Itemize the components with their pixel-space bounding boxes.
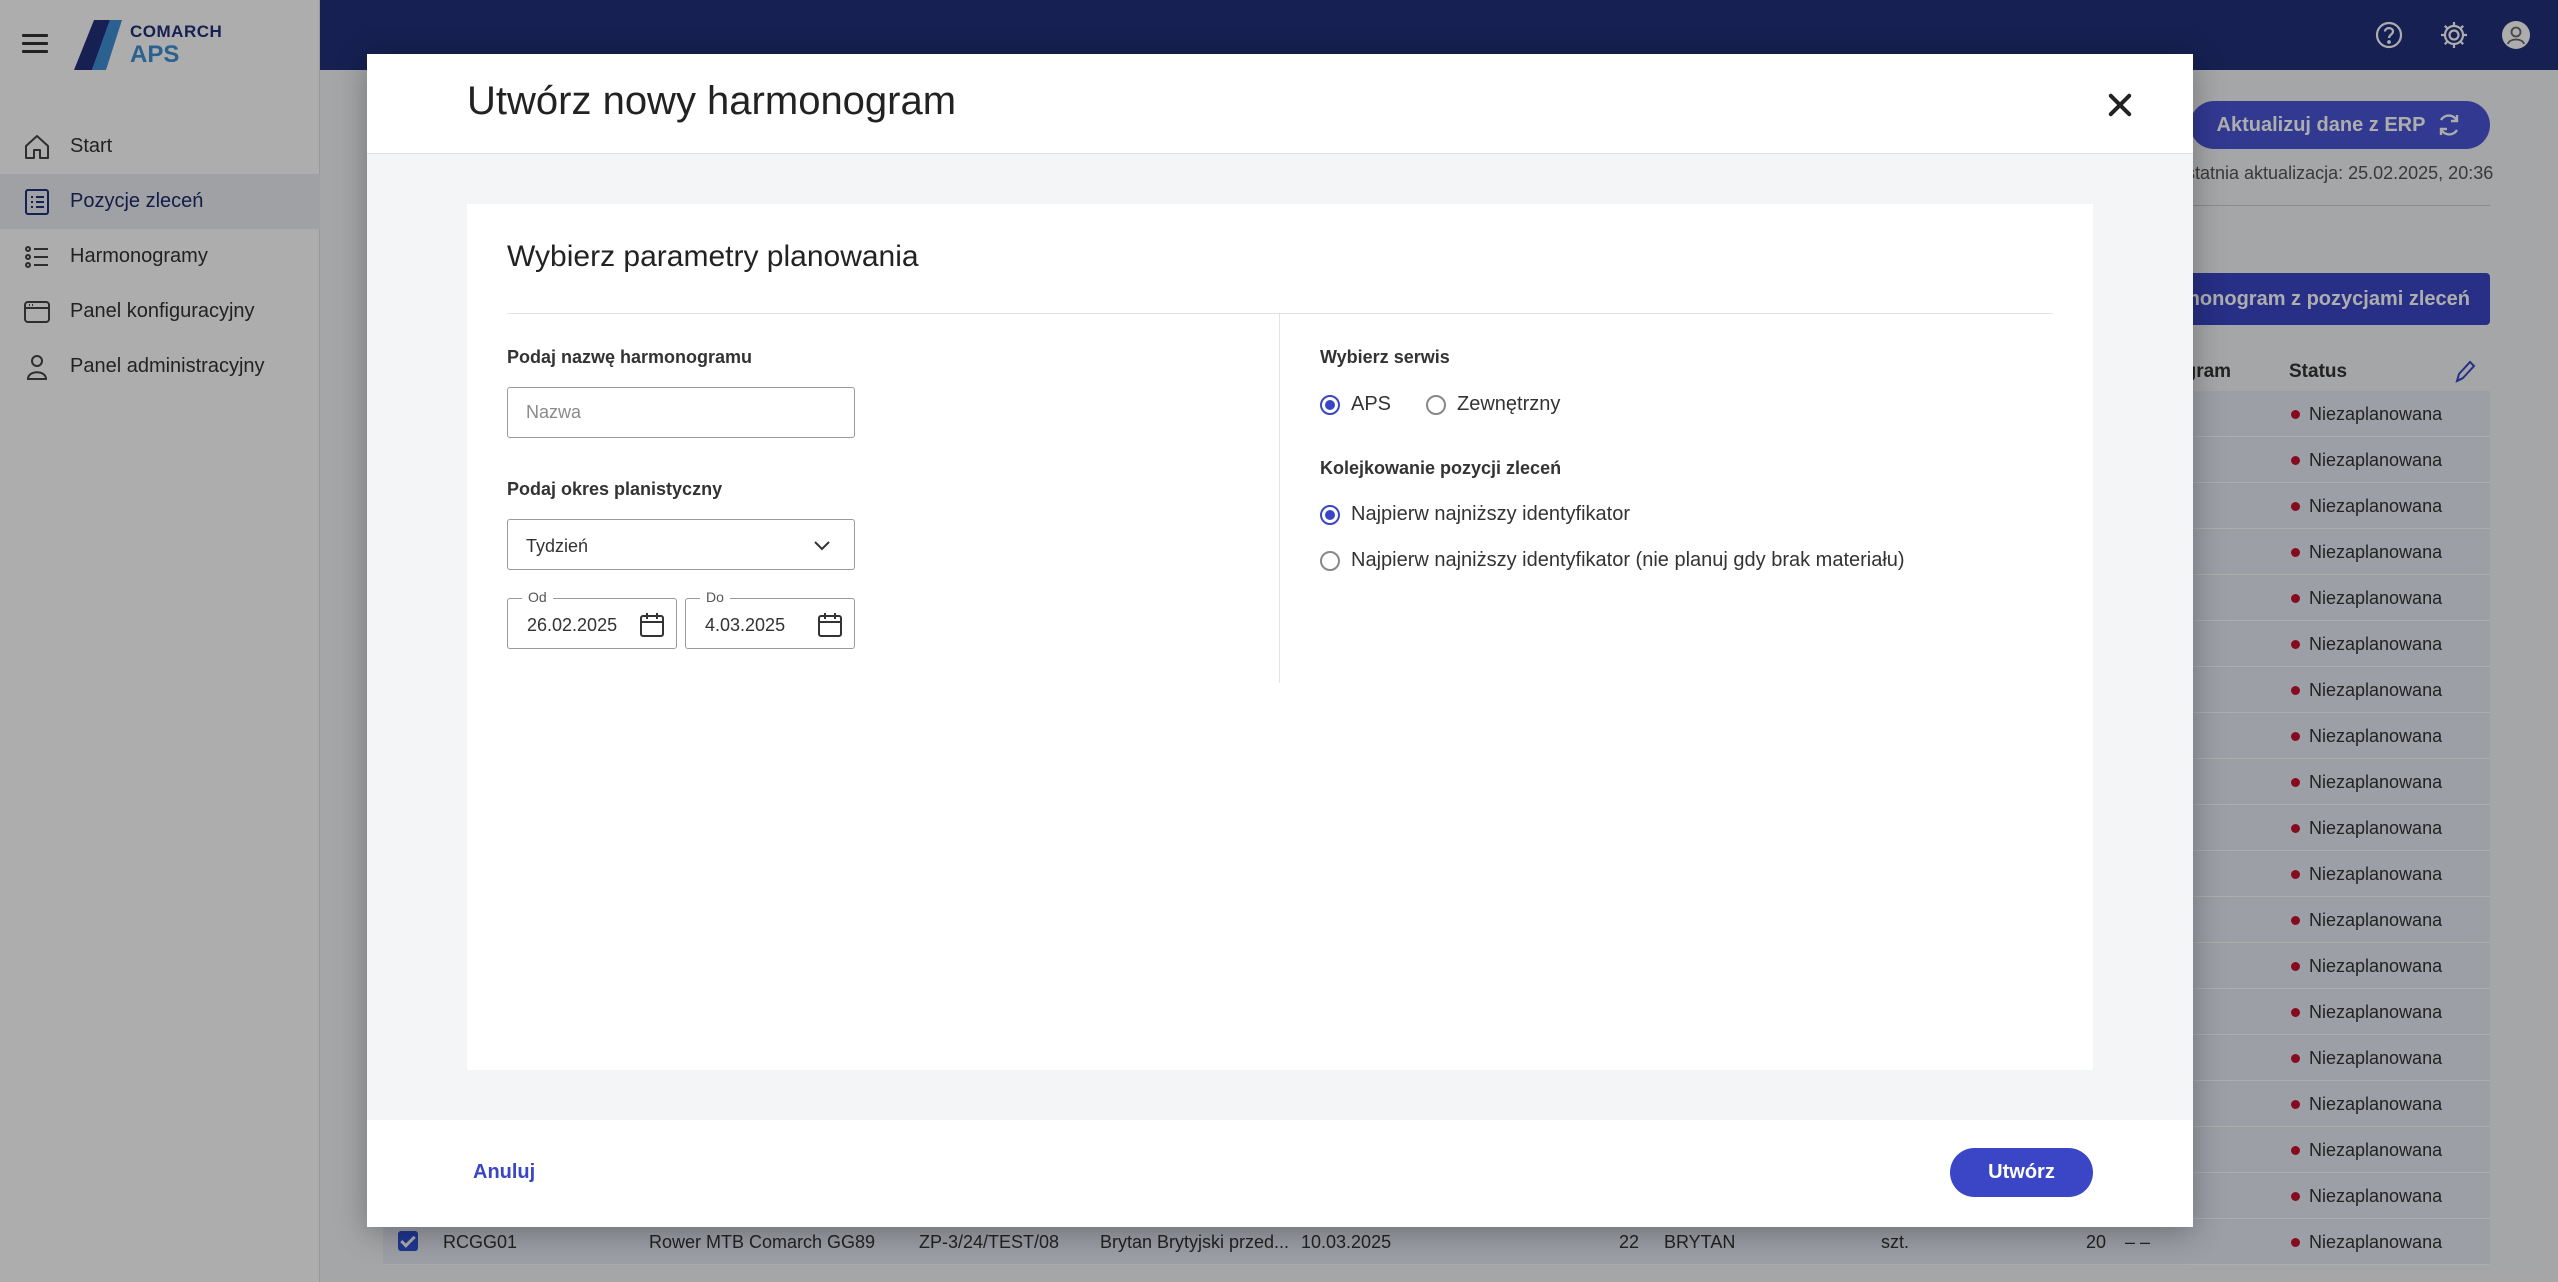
- service-option-label: APS: [1351, 393, 1392, 415]
- queue-option-lowest-id-no-material[interactable]: Najpierw najniższy identyfikator (nie pl…: [1320, 549, 1905, 572]
- date-to-field[interactable]: Do 4.03.2025: [685, 589, 855, 649]
- dialog-title: Utwórz nowy harmonogram: [467, 79, 957, 123]
- column-divider: [1279, 313, 1280, 683]
- calendar-icon[interactable]: [816, 611, 844, 639]
- queue-option-lowest-id[interactable]: Najpierw najniższy identyfikator: [1320, 503, 1630, 526]
- queue-option-label: Najpierw najniższy identyfikator: [1351, 503, 1631, 525]
- calendar-icon[interactable]: [638, 611, 666, 639]
- date-to-value: 4.03.2025: [705, 615, 786, 635]
- service-option-aps[interactable]: APS: [1320, 393, 1391, 416]
- service-option-label: Zewnętrzny: [1457, 393, 1561, 415]
- service-option-external[interactable]: Zewnętrzny: [1426, 393, 1560, 416]
- cancel-button[interactable]: Anuluj: [473, 1161, 535, 1184]
- date-from-value: 26.02.2025: [527, 615, 618, 635]
- close-icon[interactable]: [2107, 92, 2133, 118]
- divider: [507, 313, 2053, 314]
- schedule-name-label: Podaj nazwę harmonogramu: [507, 347, 753, 367]
- date-from-label: Od: [522, 589, 553, 605]
- queue-option-label: Najpierw najniższy identyfikator (nie pl…: [1351, 549, 1905, 571]
- planning-period-label: Podaj okres planistyczny: [507, 479, 723, 499]
- schedule-name-input[interactable]: [507, 387, 855, 438]
- dialog-header: Utwórz nowy harmonogram: [367, 54, 2193, 154]
- radio-selected-icon: [1320, 394, 1340, 415]
- planning-period-value: Tydzień: [526, 536, 589, 556]
- queue-label: Kolejkowanie pozycji zleceń: [1320, 458, 1562, 478]
- date-from-field[interactable]: Od 26.02.2025: [507, 589, 677, 649]
- date-to-label: Do: [700, 589, 730, 605]
- create-button[interactable]: Utwórz: [1950, 1148, 2093, 1197]
- card-title: Wybierz parametry planowania: [507, 240, 919, 273]
- chevron-down-icon: [814, 541, 830, 551]
- dialog-footer: Anuluj Utwórz: [367, 1120, 2193, 1227]
- planning-period-select[interactable]: Tydzień: [507, 519, 855, 570]
- radio-unselected-icon: [1320, 550, 1340, 571]
- planning-parameters-card: Wybierz parametry planowania Podaj nazwę…: [467, 204, 2093, 1070]
- create-schedule-dialog: Utwórz nowy harmonogram Wybierz parametr…: [367, 54, 2193, 1227]
- radio-selected-icon: [1320, 504, 1340, 525]
- service-label: Wybierz serwis: [1320, 347, 1450, 367]
- radio-unselected-icon: [1426, 394, 1446, 415]
